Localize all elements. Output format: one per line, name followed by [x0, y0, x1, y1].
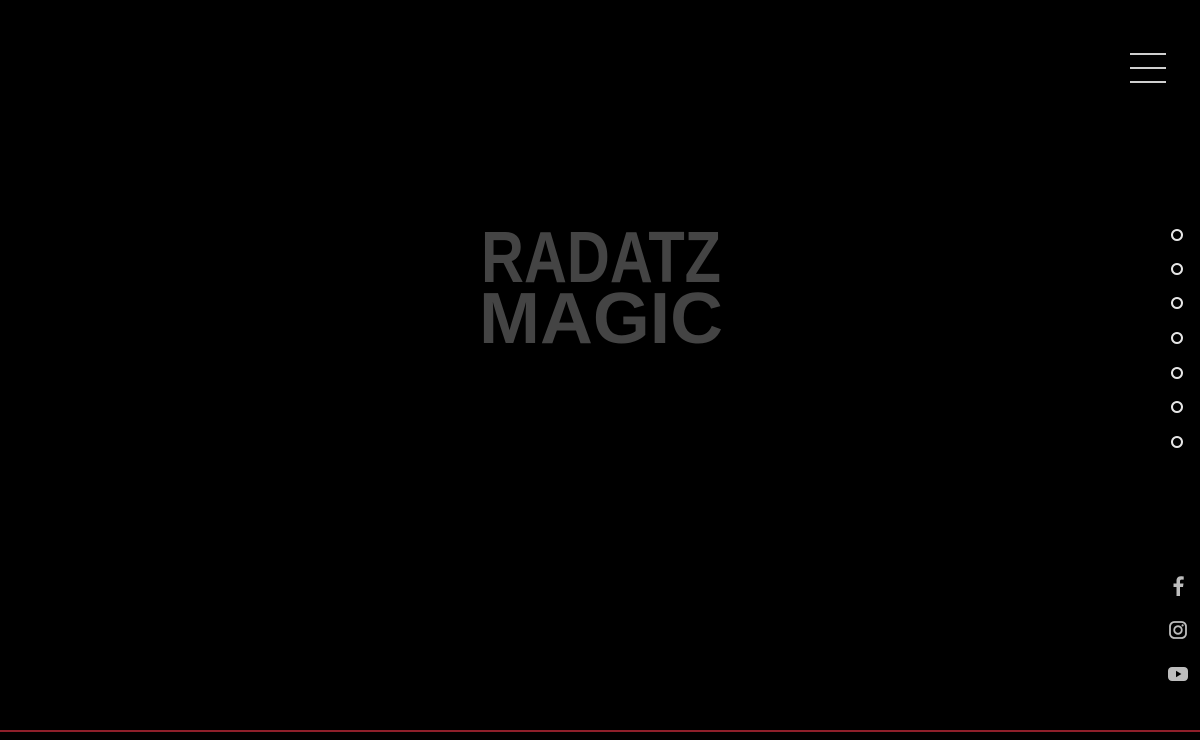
- menu-bar: [1130, 53, 1166, 55]
- section-nav-item[interactable]: [1164, 429, 1190, 455]
- section-nav-item[interactable]: [1164, 290, 1190, 316]
- circle-outline-icon: [1171, 401, 1183, 413]
- facebook-link[interactable]: [1162, 570, 1194, 602]
- social-links: [1162, 570, 1194, 694]
- circle-outline-icon: [1171, 436, 1183, 448]
- page: RADATZ MAGIC: [0, 0, 1200, 740]
- menu-button[interactable]: [1126, 50, 1170, 88]
- circle-outline-icon: [1171, 332, 1183, 344]
- facebook-icon: [1173, 576, 1184, 596]
- section-nav-item[interactable]: [1164, 256, 1190, 282]
- instagram-icon: [1169, 621, 1187, 639]
- menu-bar: [1130, 81, 1166, 83]
- circle-outline-icon: [1171, 229, 1183, 241]
- logo-mark: RADATZ MAGIC: [479, 220, 723, 350]
- youtube-icon: [1168, 667, 1188, 681]
- instagram-link[interactable]: [1162, 614, 1194, 646]
- logo: RADATZ MAGIC: [476, 220, 726, 350]
- section-nav: [1164, 222, 1190, 454]
- section-nav-item[interactable]: [1164, 394, 1190, 420]
- menu-bar: [1130, 67, 1166, 69]
- section-nav-item[interactable]: [1164, 222, 1190, 248]
- section-nav-item[interactable]: [1164, 325, 1190, 351]
- section-nav-item[interactable]: [1164, 360, 1190, 386]
- logo-line-2: MAGIC: [479, 279, 723, 350]
- circle-outline-icon: [1171, 297, 1183, 309]
- accent-line: [0, 730, 1200, 732]
- circle-outline-icon: [1171, 263, 1183, 275]
- youtube-link[interactable]: [1162, 658, 1194, 690]
- circle-outline-icon: [1171, 367, 1183, 379]
